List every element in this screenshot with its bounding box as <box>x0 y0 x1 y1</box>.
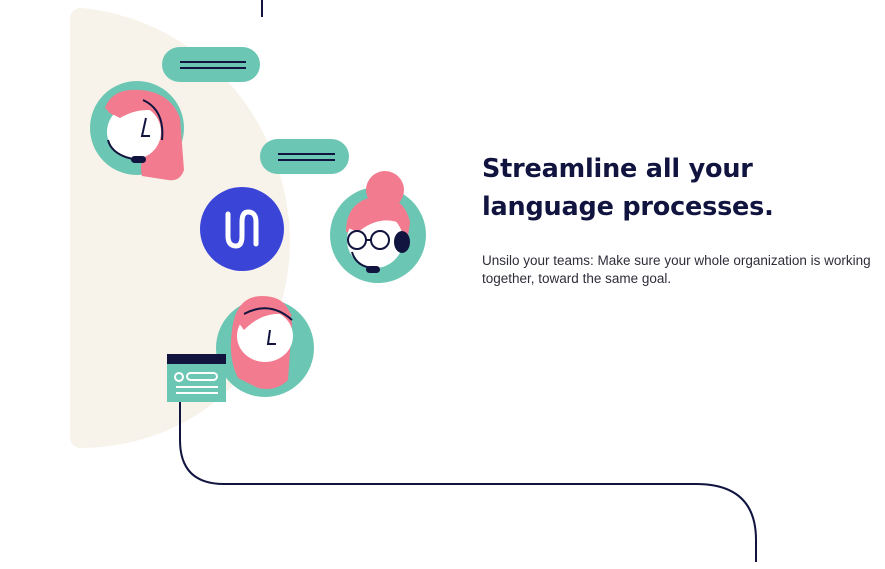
chat-bubble-icon <box>162 47 260 82</box>
feature-section: Streamline all your language processes. … <box>0 0 885 569</box>
section-headline: Streamline all your language processes. <box>482 154 774 222</box>
chat-bubble-icon <box>260 139 349 174</box>
section-description: Unsilo your teams: Make sure your whole … <box>482 253 871 286</box>
flow-connector-line <box>179 395 757 562</box>
glasses-agent-icon <box>330 171 426 283</box>
brand-logo-icon <box>200 187 284 271</box>
feature-text-block: Streamline all your language processes. … <box>482 150 882 288</box>
browser-window-icon <box>167 354 226 402</box>
